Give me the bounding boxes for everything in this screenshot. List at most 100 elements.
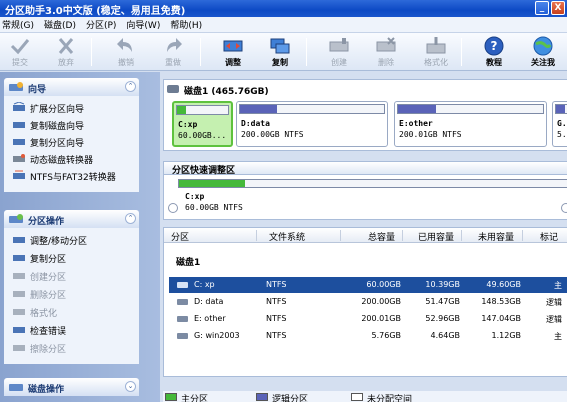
minimize-button[interactable]: _ [535,1,549,15]
resize-handle-left[interactable] [168,203,178,213]
op-item-label: 检查错误 [30,327,67,337]
quick-resize-header: 分区快速调整区 [163,161,567,176]
create-button[interactable]: 创建 [321,35,357,69]
legend-swatch [351,393,363,401]
cell-free: 49.60GB [486,280,521,289]
cell-flag: 逻辑 [546,315,562,324]
wizard-item-label: 复制分区向导 [30,139,85,149]
undo-label: 撤销 [118,58,134,67]
column-divider[interactable] [522,230,523,241]
col-filesystem[interactable]: 文件系统 [269,230,305,243]
delete-label: 删除 [378,58,394,67]
title-bar: 分区助手3.0中文版 (稳定、易用且免费) _ X [0,0,567,17]
create-label: 创建 [331,58,347,67]
toolbar-separator [91,38,92,66]
undo-button[interactable]: 撤销 [108,35,144,69]
wizard-item-label: 复制磁盘向导 [30,122,85,132]
partition-card-d[interactable]: D:data 200.00GB NTFS [236,101,388,147]
wizard-item-label: NTFS与FAT32转换器 [30,173,116,183]
format-button[interactable]: 格式化 [418,35,454,69]
right-pane: 磁盘1 (465.76GB) C:xp 60.00GB... D:data 20… [163,79,567,402]
toolbar-separator [461,38,462,66]
create-icon [329,38,349,52]
ops-panel-header[interactable]: 分区操作 ⌃ [4,210,139,228]
delete-button[interactable]: 删除 [368,35,404,69]
copy-label: 复制 [272,58,288,67]
partition-card-e[interactable]: E:other 200.01GB NTFS [394,101,547,147]
copy-button[interactable]: 复制 [262,35,298,69]
column-divider[interactable] [402,230,403,241]
chevron-up-icon[interactable]: ⌃ [125,81,136,92]
table-row[interactable]: C: xp NTFS 60.00GB 10.39GB 49.60GB 主 [169,277,567,293]
cell-filesystem: NTFS [266,297,287,306]
discard-button[interactable]: 放弃 [48,35,84,69]
col-free[interactable]: 未用容量 [478,230,514,243]
menu-help[interactable]: 帮助(H) [170,18,202,31]
tutorial-label: 教程 [486,58,502,67]
format-icon [426,37,446,54]
create-icon [13,273,25,279]
usage-fill [240,105,278,113]
disk-panel-title: 磁盘操作 [28,385,65,395]
ops-panel-title: 分区操作 [28,217,65,227]
disk-icon [167,85,179,93]
undo-icon [117,38,132,52]
resize-button[interactable]: 调整 [215,35,251,69]
chevron-down-icon[interactable]: ⌄ [125,381,136,392]
usage-fill [556,105,565,113]
cell-partition: C: xp [194,280,215,289]
follow-button[interactable]: 关注我 [525,35,561,69]
quick-partition-size: 60.00GB NTFS [185,203,243,212]
resize-handle-right[interactable] [561,203,567,213]
col-partition[interactable]: 分区 [171,230,189,243]
cell-free: 148.53GB [481,297,521,306]
partition-card-g[interactable]: G. 5. [552,101,567,147]
menu-general[interactable]: 常规(G) [2,18,34,31]
cell-partition: D: data [194,297,224,306]
col-used[interactable]: 已用容量 [418,230,454,243]
disk-group-label: 磁盘1 [176,258,201,268]
cell-total: 60.00GB [366,280,401,289]
menu-wizard[interactable]: 向导(W) [126,18,160,31]
table-row[interactable]: E: other NTFS 200.01GB 52.96GB 147.04GB … [169,311,567,327]
column-divider[interactable] [340,230,341,241]
wizard-item-label: 扩展分区向导 [30,105,85,115]
menu-partition[interactable]: 分区(P) [86,18,116,31]
redo-button[interactable]: 重做 [155,35,191,69]
quick-resize-body: C:xp 60.00GB NTFS [163,175,567,220]
col-flag[interactable]: 标记 [540,230,558,243]
close-button[interactable]: X [551,1,565,15]
cell-free: 1.12GB [491,331,522,340]
cell-filesystem: NTFS [266,314,287,323]
disk-ops-icon [9,384,23,391]
usage-bar [176,105,229,115]
toolbar-separator [306,38,307,66]
delete-icon [376,37,396,52]
column-divider[interactable] [461,230,462,241]
toolbar: 提交 放弃 撤销 重做 调整 复制 创建 删除 格式化 ? 教程 关注我 [0,33,567,71]
wizard-icon [9,82,23,91]
op-item-label: 删除分区 [30,291,67,301]
tutorial-button[interactable]: ? 教程 [476,35,512,69]
commit-button[interactable]: 提交 [2,35,38,69]
svg-text:?: ? [491,39,498,53]
column-divider[interactable] [256,230,257,241]
copy-partition-icon [13,139,25,145]
partition-card-c[interactable]: C:xp 60.00GB... [172,101,233,147]
cell-used: 51.47GB [425,297,460,306]
legend-swatch [256,393,268,401]
menu-disk[interactable]: 磁盘(D) [44,18,76,31]
cell-partition: E: other [194,314,226,323]
table-row[interactable]: D: data NTFS 200.00GB 51.47GB 148.53GB 逻… [169,294,567,310]
col-total[interactable]: 总容量 [368,230,395,243]
wizard-item-label: 动态磁盘转换器 [30,156,94,166]
delete-icon [13,291,25,297]
cell-filesystem: NTFS [266,280,287,289]
chevron-up-icon[interactable]: ⌃ [125,213,136,224]
resize-bar[interactable] [178,179,567,188]
wizard-panel-header[interactable]: 向导 ⌃ [4,78,139,96]
table-row[interactable]: G: win2003 NTFS 5.76GB 4.64GB 1.12GB 主 [169,328,567,344]
copy-icon [270,38,290,54]
disk-panel-header[interactable]: 磁盘操作 ⌄ [4,378,139,396]
extend-icon [13,102,25,111]
